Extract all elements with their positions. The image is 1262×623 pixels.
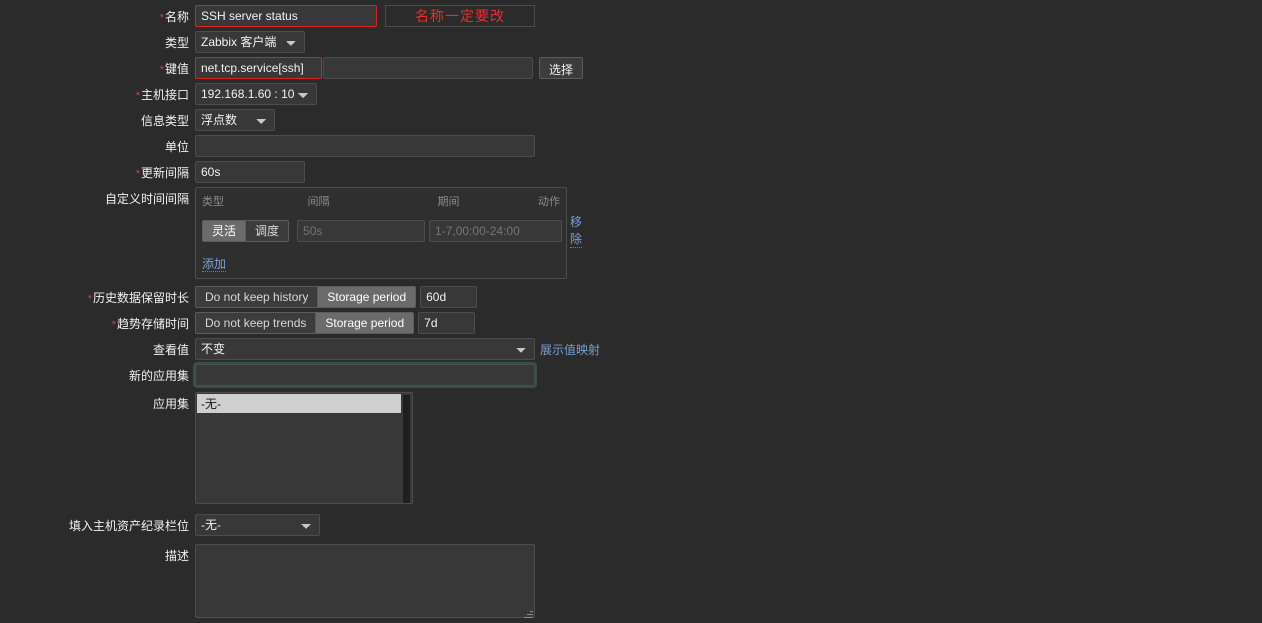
required-marker: *: [135, 90, 140, 102]
form-row-units: 单位: [0, 135, 1262, 159]
label-inventory-field: 填入主机资产纪录栏位: [68, 519, 189, 533]
custom-interval-period-input[interactable]: [429, 219, 563, 242]
label-trends-text: 趋势存储时间: [116, 317, 189, 331]
applications-scrollbar-thumb[interactable]: [402, 394, 411, 503]
label-name: *名称: [0, 5, 195, 25]
form-row-applications: 应用集 -无-: [0, 392, 1262, 504]
add-interval-link[interactable]: 添加: [202, 257, 227, 272]
custom-interval-row: 灵活 调度 移除: [202, 213, 583, 248]
custom-intervals-header: 类型 间隔 期间 动作: [202, 193, 560, 209]
value-type-select[interactable]: 浮点数: [195, 109, 275, 131]
label-history: *历史数据保留时长: [0, 286, 195, 306]
update-interval-input[interactable]: [195, 161, 305, 183]
units-input[interactable]: [195, 135, 535, 157]
label-new-application: 新的应用集: [128, 369, 189, 383]
label-name-text: 名称: [164, 10, 189, 24]
form-row-history: *历史数据保留时长 Do not keep history Storage pe…: [0, 286, 1262, 310]
label-applications: 应用集: [152, 397, 189, 411]
form-row-name: *名称 名称一定要改: [0, 5, 1262, 29]
key-select-button[interactable]: 选择: [539, 57, 584, 79]
value-map-select[interactable]: 不变: [195, 338, 535, 360]
form-row-new-application: 新的应用集: [0, 364, 1262, 388]
annotation-name-must-change: 名称一定要改: [385, 5, 535, 27]
applications-scrollbar[interactable]: [402, 394, 411, 503]
interval-type-toggle[interactable]: 灵活 调度: [202, 219, 290, 242]
form-row-key: *键值 选择: [0, 57, 1262, 81]
interval-type-flexible[interactable]: 灵活: [202, 219, 246, 242]
item-config-form: *名称 名称一定要改 类型 Zabbix 客户端 *键值 选择 *主机接口 19…: [0, 0, 1262, 623]
header-period: 期间: [437, 196, 460, 208]
required-marker: *: [159, 64, 164, 76]
label-units: 单位: [164, 140, 189, 154]
history-storage-period[interactable]: Storage period: [317, 286, 417, 308]
required-marker: *: [159, 12, 164, 24]
trends-storage-period[interactable]: Storage period: [315, 312, 415, 334]
name-input[interactable]: [195, 5, 377, 27]
type-select[interactable]: Zabbix 客户端: [195, 31, 305, 53]
form-row-inventory-field: 填入主机资产纪录栏位 -无-: [0, 514, 1262, 538]
trends-mode-toggle[interactable]: Do not keep trends Storage period: [195, 312, 415, 334]
new-application-input[interactable]: [195, 364, 535, 386]
inventory-field-select[interactable]: -无-: [195, 514, 320, 536]
key-input[interactable]: [195, 57, 322, 79]
form-row-custom-intervals: 自定义时间间隔 类型 间隔 期间 动作 灵活 调度 移除: [0, 187, 1262, 279]
form-row-trends: *趋势存储时间 Do not keep trends Storage perio…: [0, 312, 1262, 336]
applications-option-none[interactable]: -无-: [197, 394, 401, 413]
required-marker: *: [87, 293, 92, 305]
label-update-interval: *更新间隔: [0, 161, 195, 181]
applications-listbox[interactable]: -无-: [195, 392, 413, 504]
label-description: 描述: [164, 549, 189, 563]
remove-interval-link[interactable]: 移除: [570, 213, 583, 248]
add-interval-wrap: 添加: [202, 255, 560, 272]
label-value-map: 查看值: [152, 343, 189, 357]
required-marker: *: [111, 319, 116, 331]
label-trends: *趋势存储时间: [0, 312, 195, 332]
label-custom-intervals: 自定义时间间隔: [104, 192, 189, 206]
label-host-interface-text: 主机接口: [140, 88, 189, 102]
history-do-not-keep[interactable]: Do not keep history: [195, 286, 318, 308]
header-type: 类型: [202, 196, 224, 208]
trends-do-not-keep[interactable]: Do not keep trends: [195, 312, 316, 334]
label-update-interval-text: 更新间隔: [140, 166, 189, 180]
form-row-update-interval: *更新间隔: [0, 161, 1262, 185]
interval-type-scheduling[interactable]: 调度: [245, 219, 290, 242]
description-wrapper: [195, 544, 535, 621]
custom-intervals-box: 类型 间隔 期间 动作 灵活 调度 移除 添加: [195, 187, 583, 279]
custom-interval-input[interactable]: [297, 219, 426, 242]
label-value-type: 信息类型: [140, 114, 189, 128]
history-mode-toggle[interactable]: Do not keep history Storage period: [195, 286, 417, 308]
form-row-value-type: 信息类型 浮点数: [0, 109, 1262, 133]
label-key-text: 键值: [164, 62, 189, 76]
label-type: 类型: [164, 36, 189, 50]
history-value-input[interactable]: [420, 286, 478, 308]
form-row-type: 类型 Zabbix 客户端: [0, 31, 1262, 55]
host-interface-select[interactable]: 192.168.1.60 : 10050: [195, 83, 317, 105]
form-row-host-interface: *主机接口 192.168.1.60 : 10050: [0, 83, 1262, 107]
label-history-text: 历史数据保留时长: [92, 291, 189, 305]
form-row-value-map: 查看值 不变 展示值映射: [0, 338, 1262, 362]
show-value-mappings-link[interactable]: 展示值映射: [540, 341, 600, 358]
label-key: *键值: [0, 57, 195, 77]
label-host-interface: *主机接口: [0, 83, 195, 103]
trends-value-input[interactable]: [418, 312, 476, 334]
description-textarea[interactable]: [195, 544, 535, 618]
form-row-description: 描述: [0, 544, 1262, 621]
required-marker: *: [135, 168, 140, 180]
header-interval: 间隔: [307, 196, 330, 208]
key-secondary-input[interactable]: [323, 57, 533, 79]
header-action: 动作: [538, 196, 560, 208]
